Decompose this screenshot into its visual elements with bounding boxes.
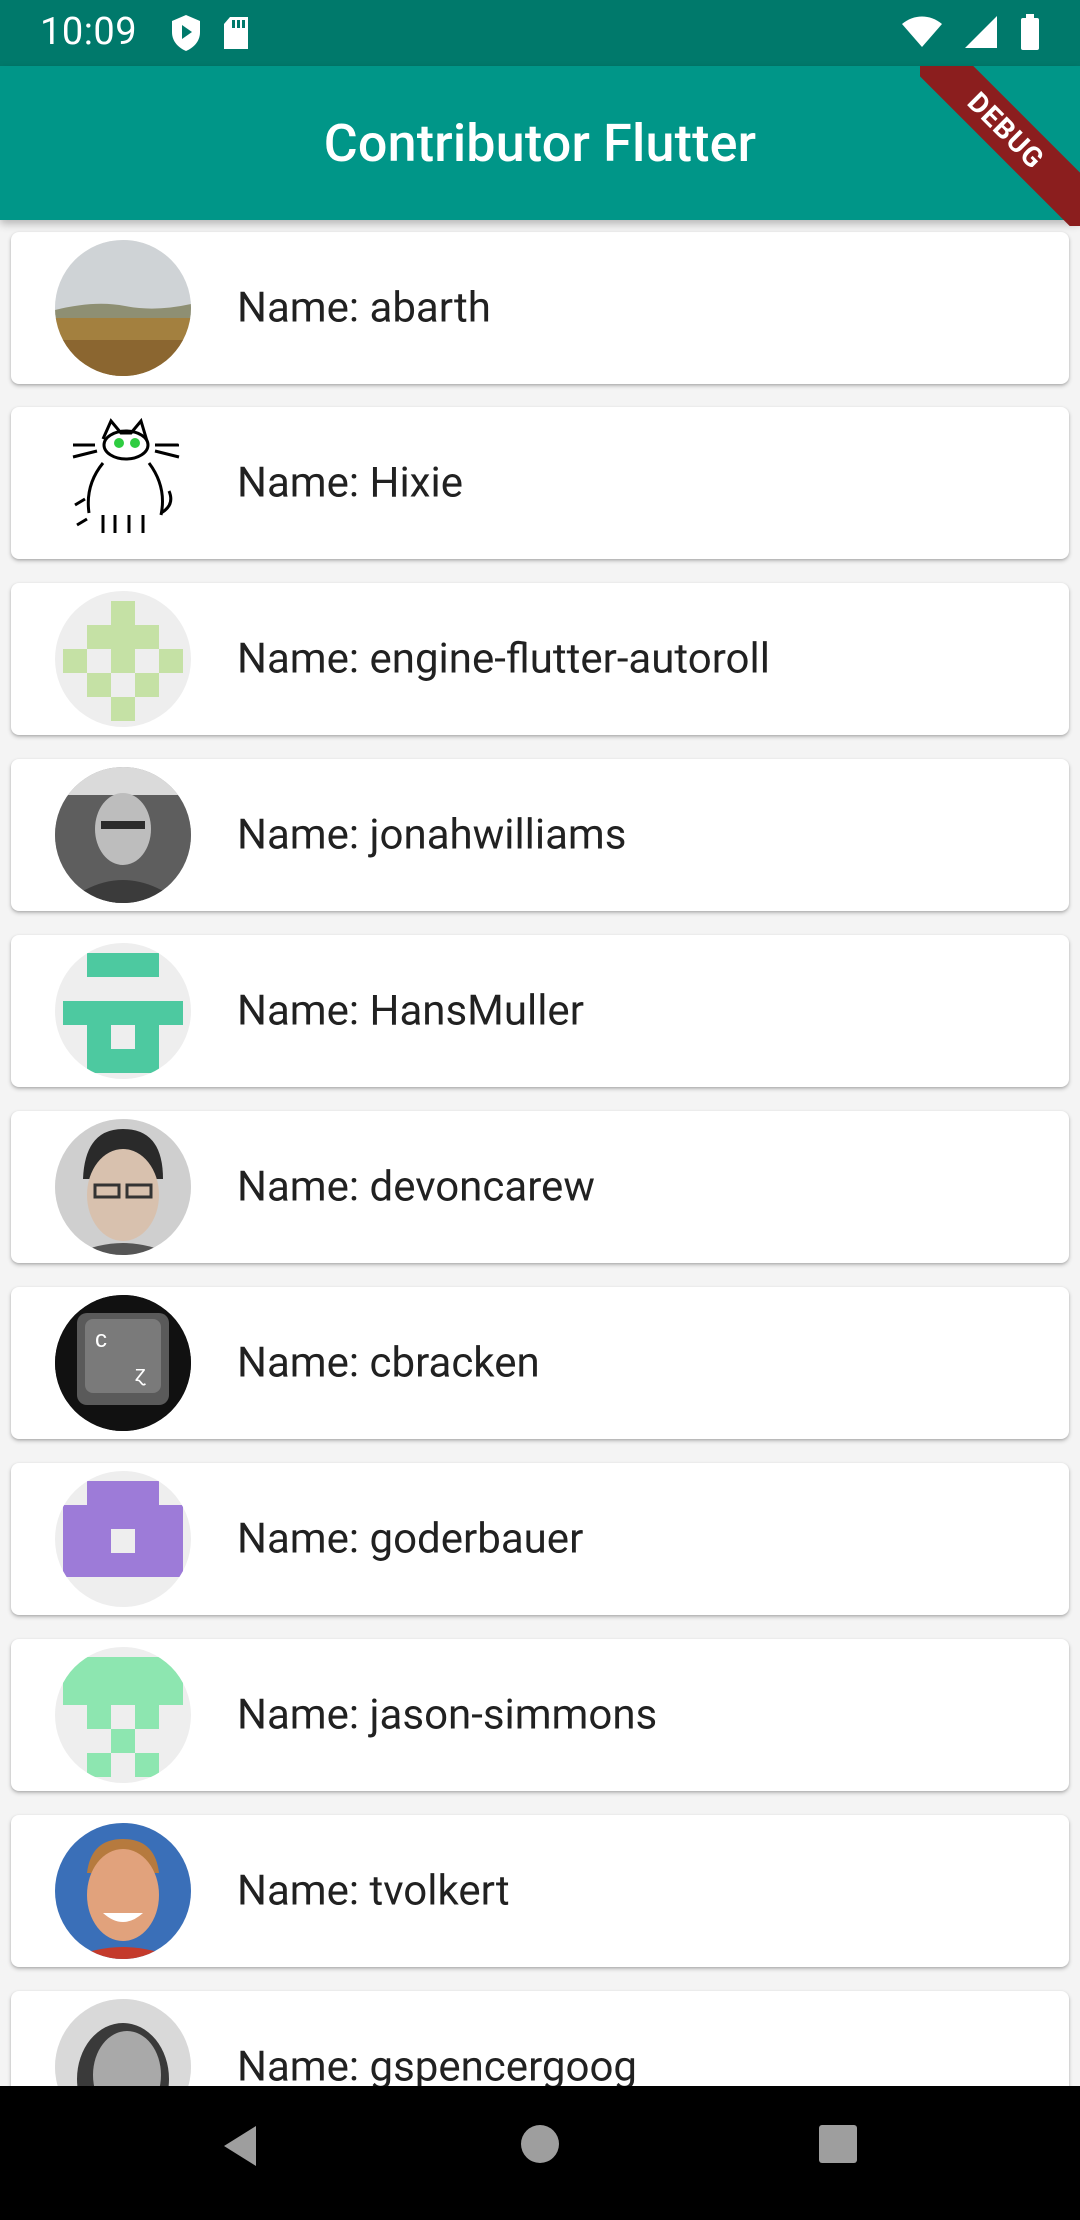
- person-photo-icon: [55, 1119, 191, 1255]
- identicon-lightgreen-icon: [63, 601, 183, 721]
- wifi-icon: [902, 16, 942, 48]
- landscape-photo-icon: [55, 240, 191, 376]
- list-item[interactable]: Name: engine-flutter-autoroll: [11, 583, 1069, 735]
- list-item[interactable]: Name: jonahwilliams: [11, 759, 1069, 911]
- contributor-list[interactable]: Name: abarth Name: Hixie Name: engine-fl…: [0, 220, 1080, 2086]
- list-item[interactable]: Name: Hixie: [11, 407, 1069, 559]
- play-protect-icon: [170, 14, 202, 52]
- list-item[interactable]: Name: abarth: [11, 232, 1069, 384]
- contributor-name: Name: gspencergoog: [237, 2042, 637, 2087]
- battery-icon: [1020, 14, 1040, 50]
- avatar: [55, 943, 191, 1079]
- cat-drawing-icon: [72, 417, 180, 533]
- debug-banner-label: DEBUG: [920, 66, 1080, 226]
- keyboard-key-photo-icon: c ɀ: [55, 1295, 191, 1431]
- contributor-name: Name: HansMuller: [237, 986, 584, 1036]
- contributor-name: Name: abarth: [237, 283, 491, 333]
- list-item[interactable]: Name: HansMuller: [11, 935, 1069, 1087]
- list-item[interactable]: Name: devoncarew: [11, 1111, 1069, 1263]
- avatar: [55, 415, 191, 551]
- svg-text:ɀ: ɀ: [135, 1361, 146, 1386]
- avatar: [55, 1471, 191, 1607]
- contributor-name: Name: devoncarew: [237, 1162, 595, 1212]
- status-time: 10:09: [40, 10, 138, 54]
- signal-icon: [964, 15, 998, 49]
- avatar: [55, 1999, 191, 2086]
- svg-text:c: c: [95, 1326, 107, 1353]
- avatar: [55, 1823, 191, 1959]
- list-item[interactable]: Name: tvolkert: [11, 1815, 1069, 1967]
- contributor-name: Name: Hixie: [237, 458, 463, 508]
- person-photo-icon: [55, 1999, 191, 2086]
- status-bar: 10:09: [0, 0, 1080, 66]
- identicon-mint-icon: [63, 1657, 183, 1777]
- contributor-name: Name: cbracken: [237, 1338, 540, 1388]
- identicon-teal-icon: [63, 953, 183, 1073]
- list-item[interactable]: Name: jason-simmons: [11, 1639, 1069, 1791]
- person-photo-icon: [55, 767, 191, 903]
- avatar: c ɀ: [55, 1295, 191, 1431]
- app-bar: Contributor Flutter: [0, 66, 1080, 220]
- avatar: [55, 767, 191, 903]
- avatar: [55, 1119, 191, 1255]
- back-icon[interactable]: [222, 2124, 258, 2168]
- list-item[interactable]: Name: goderbauer: [11, 1463, 1069, 1615]
- home-icon[interactable]: [520, 2124, 560, 2164]
- debug-banner: DEBUG: [920, 66, 1080, 226]
- identicon-purple-icon: [63, 1481, 183, 1577]
- avatar: [55, 240, 191, 376]
- contributor-name: Name: tvolkert: [237, 1866, 510, 1916]
- avatar: [55, 1647, 191, 1783]
- contributor-name: Name: goderbauer: [237, 1514, 584, 1564]
- contributor-name: Name: engine-flutter-autoroll: [237, 634, 770, 684]
- contributor-name: Name: jason-simmons: [237, 1690, 658, 1740]
- list-item[interactable]: Name: gspencergoog: [11, 1991, 1069, 2086]
- page-title: Contributor Flutter: [323, 112, 757, 174]
- person-photo-icon: [55, 1823, 191, 1959]
- sd-card-icon: [222, 14, 250, 52]
- contributor-name: Name: jonahwilliams: [237, 810, 627, 860]
- list-item[interactable]: c ɀ Name: cbracken: [11, 1287, 1069, 1439]
- system-nav-bar: [0, 2086, 1080, 2220]
- recents-icon[interactable]: [818, 2124, 858, 2164]
- avatar: [55, 591, 191, 727]
